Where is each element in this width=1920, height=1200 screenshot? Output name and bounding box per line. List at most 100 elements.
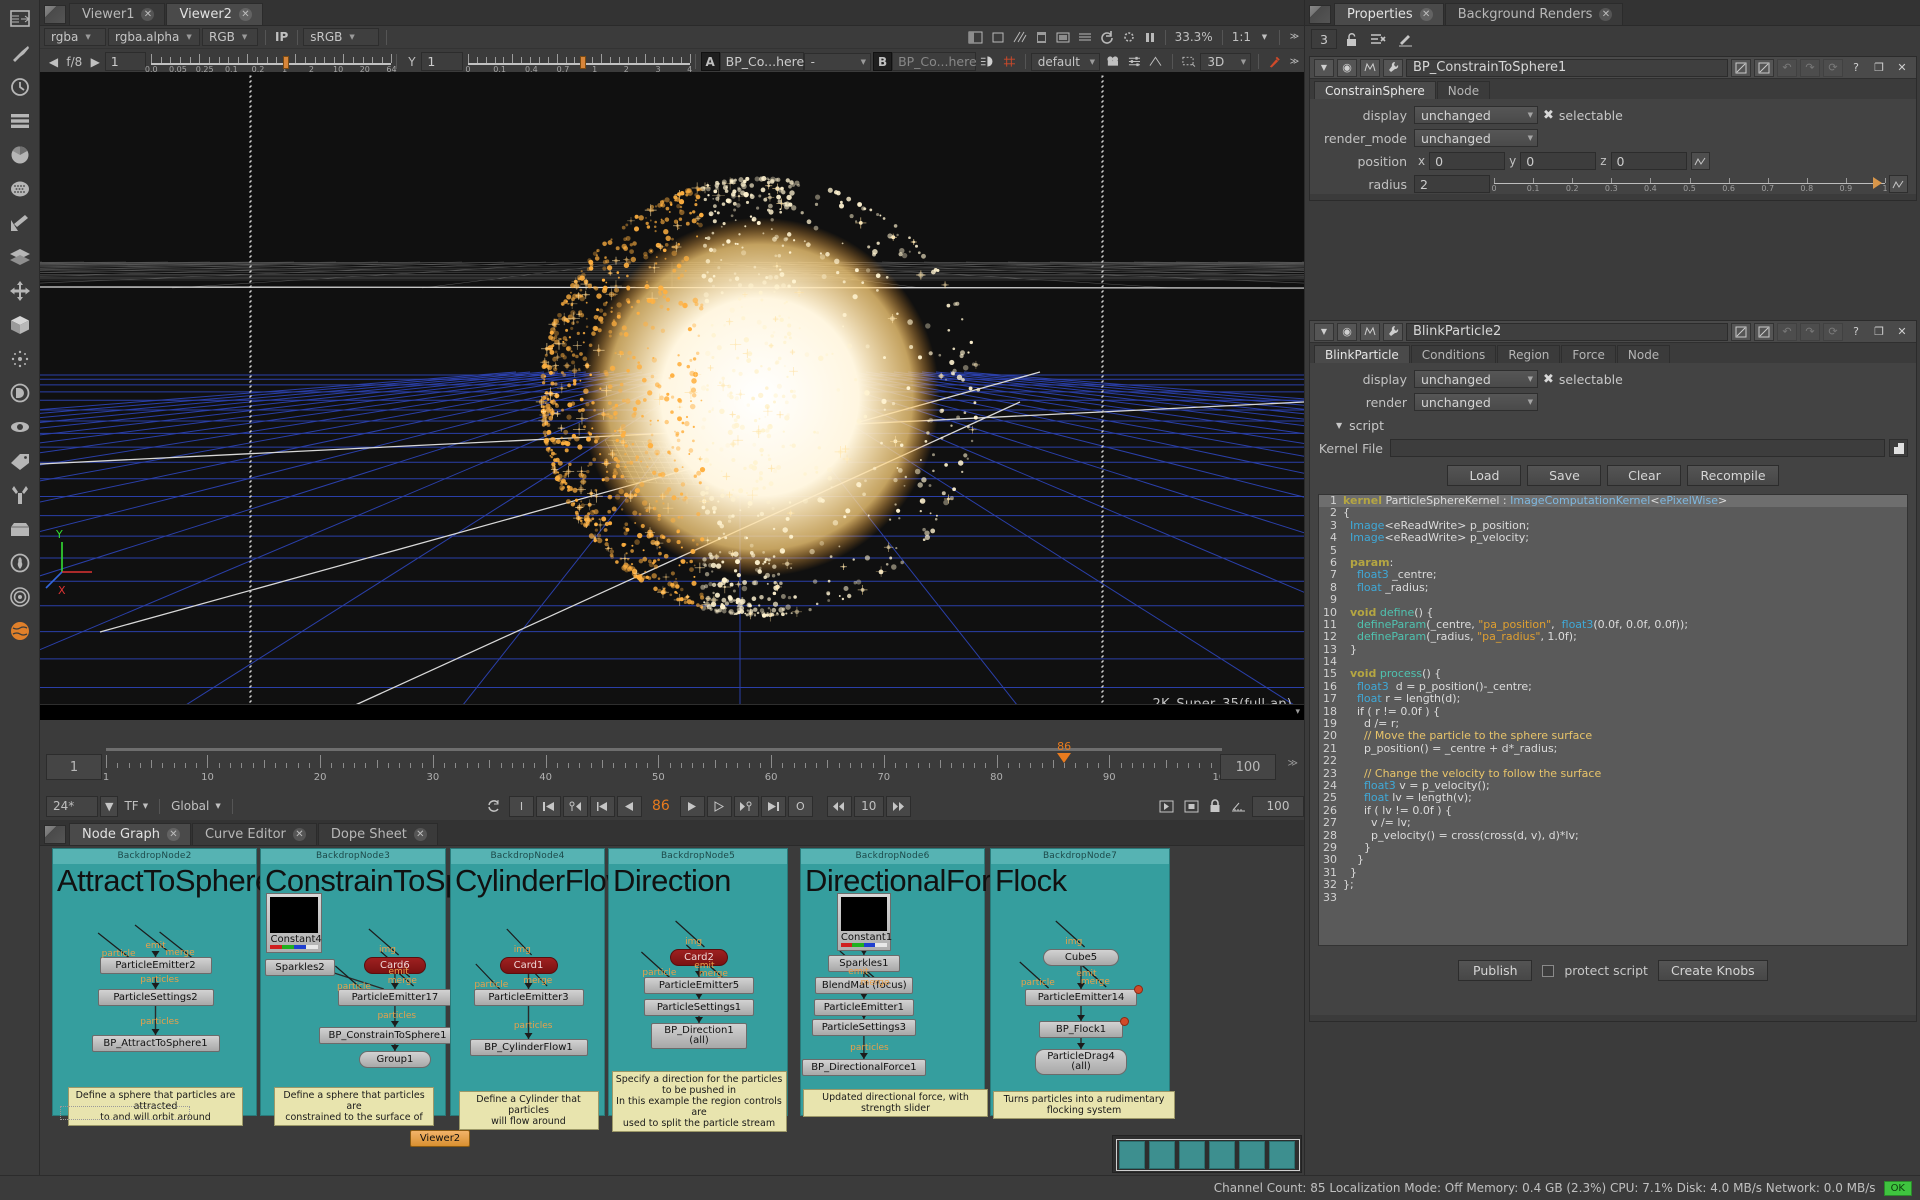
tab-region[interactable]: Region: [1497, 345, 1561, 363]
panel-grip-icon[interactable]: [1309, 5, 1331, 24]
time-icon[interactable]: [3, 70, 37, 104]
graph-node[interactable]: ParticleEmitter5: [644, 977, 754, 994]
current-frame-display[interactable]: 86: [644, 798, 678, 814]
selectable-checkbox[interactable]: ✖: [1538, 372, 1559, 387]
paint-brush-icon[interactable]: [3, 36, 37, 70]
load-button[interactable]: Load: [1447, 465, 1522, 486]
graph-node[interactable]: ParticleSettings3: [811, 1019, 916, 1036]
close-icon[interactable]: ✕: [413, 828, 427, 841]
tab-conditions[interactable]: Conditions: [1410, 345, 1497, 363]
wrench-icon[interactable]: [1383, 58, 1403, 77]
save-button[interactable]: Save: [1527, 465, 1602, 486]
gain-value-field[interactable]: 1: [104, 52, 147, 71]
nodegraph-canvas[interactable]: BackdropNode2 AttractToSphere ParticleEmit…: [42, 848, 1302, 1174]
skip-increment-field[interactable]: 10: [853, 795, 884, 817]
close-icon[interactable]: ✕: [238, 8, 252, 21]
play-backward-button[interactable]: [589, 795, 615, 817]
stop-button[interactable]: O: [787, 795, 813, 817]
node-name-field[interactable]: BP_ConstrainToSphere1: [1406, 58, 1728, 77]
input-b-field[interactable]: BP_Co...here: [892, 52, 977, 71]
mask-toggle-2-icon[interactable]: [1754, 58, 1774, 77]
display-dropdown[interactable]: unchanged ▼: [1414, 370, 1538, 388]
close-icon[interactable]: ✕: [1419, 8, 1433, 21]
backdrop-node[interactable]: BackdropNode4 CylinderFlow Card1 ParticleEm…: [450, 848, 629, 1130]
furnace-icon[interactable]: [3, 546, 37, 580]
other-box-icon[interactable]: [3, 512, 37, 546]
exposure-stop-label[interactable]: f/8: [63, 52, 86, 71]
curve-icon[interactable]: [1145, 52, 1167, 71]
cube-3d-icon[interactable]: [3, 308, 37, 342]
protect-script-checkbox[interactable]: [1542, 964, 1555, 977]
skip-forward-button[interactable]: [885, 795, 911, 817]
particles-icon[interactable]: [3, 342, 37, 376]
render-dropdown[interactable]: unchanged ▼: [1414, 393, 1538, 411]
timeline-out-frame-field[interactable]: 100: [1220, 754, 1276, 780]
close-icon[interactable]: ✕: [141, 8, 155, 21]
keyer-icon[interactable]: [3, 206, 37, 240]
close-icon[interactable]: ✕: [1599, 8, 1613, 21]
timeline-playhead[interactable]: [1057, 753, 1072, 763]
layout-dropdown[interactable]: default ▼: [1030, 52, 1100, 71]
graph-node[interactable]: BP_ConstrainToSphere1: [319, 1027, 456, 1044]
expand-timeline-icon[interactable]: ≫: [1288, 758, 1298, 769]
undo-icon[interactable]: ↶: [1777, 58, 1797, 77]
backdrop-node[interactable]: BackdropNode7 Flock Cube5 ParticleEmitter14…: [990, 848, 1175, 1119]
edit-icon[interactable]: [1394, 30, 1417, 49]
sticky-note[interactable]: Turns particles into a rudimentary flock…: [993, 1091, 1175, 1119]
graph-node[interactable]: ParticleSettings1: [644, 999, 754, 1016]
clear-all-icon[interactable]: [1366, 30, 1390, 49]
graph-node[interactable]: BP_Direction1 (all): [651, 1023, 747, 1049]
graph-node[interactable]: Cube5: [1043, 949, 1119, 966]
mask-icon[interactable]: [1360, 58, 1380, 77]
insert-key-button[interactable]: I: [508, 795, 534, 817]
clear-button[interactable]: Clear: [1607, 465, 1682, 486]
panel-grip-icon[interactable]: [44, 825, 66, 844]
marquee-select-icon[interactable]: [1178, 52, 1201, 71]
radius-field[interactable]: 2: [1414, 175, 1490, 193]
publish-button[interactable]: Publish: [1458, 960, 1533, 981]
timeline[interactable]: 1 110203040506070809010086 100 ≫: [40, 740, 1304, 786]
stripes-icon[interactable]: [1074, 28, 1096, 47]
tab-viewer1[interactable]: Viewer1 ✕: [69, 3, 166, 25]
playback-mode-icon[interactable]: [1155, 797, 1178, 816]
frame-mode-dropdown[interactable]: TF ▼: [120, 797, 152, 816]
timeline-end-field[interactable]: 100: [1252, 795, 1304, 817]
frame-range-icon[interactable]: [1227, 797, 1250, 816]
dock-icon[interactable]: [3, 2, 37, 36]
tab-blinkparticle[interactable]: BlinkParticle: [1314, 345, 1410, 363]
sticky-note[interactable]: Updated directional force, with strength…: [803, 1089, 988, 1117]
create-knobs-button[interactable]: Create Knobs: [1657, 960, 1768, 981]
next-keyframe-button[interactable]: [733, 795, 759, 817]
position-y-field[interactable]: 0: [1520, 152, 1597, 170]
wipe-icon[interactable]: [1009, 28, 1031, 47]
cara-vr-icon[interactable]: [3, 614, 37, 648]
gain-prev-icon[interactable]: ◀: [44, 52, 63, 71]
collapse-arrow-icon[interactable]: ▼: [1314, 58, 1334, 77]
kernel-code-editor[interactable]: 1 kernel ParticleSphereKernel : ImageComp…: [1318, 494, 1908, 946]
position-x-field[interactable]: 0: [1429, 152, 1506, 170]
tab-dope-sheet[interactable]: Dope Sheet ✕: [317, 823, 438, 845]
tab-node-graph[interactable]: Node Graph ✕: [69, 823, 191, 845]
minimap-viewport[interactable]: [1116, 1139, 1300, 1171]
zoom-dropdown-arrow-icon[interactable]: ▼: [1255, 28, 1274, 47]
sync-mode-dropdown[interactable]: Global ▼: [167, 797, 225, 816]
graph-node[interactable]: ParticleDrag4 (all): [1035, 1049, 1127, 1075]
graph-node[interactable]: BP_DirectionalForce1: [801, 1059, 926, 1076]
radius-slider[interactable]: 0 0.1 0.2 0.3 0.4 0.5 0.6 0.7 0.8 0.9 1: [1491, 175, 1888, 193]
tab-node[interactable]: Node: [1436, 81, 1491, 99]
sliders-icon[interactable]: [1124, 52, 1145, 71]
graph-node[interactable]: ParticleSettings2: [97, 989, 214, 1006]
node-color-icon[interactable]: ◉: [1337, 58, 1357, 77]
fit-ratio-label[interactable]: 1:1: [1228, 28, 1255, 47]
render-mode-dropdown[interactable]: unchanged ▼: [1414, 129, 1538, 147]
ip-toggle[interactable]: IP: [271, 28, 292, 47]
position-animation-icon[interactable]: [1690, 152, 1710, 170]
row-script-group[interactable]: ▼ script: [1318, 415, 1908, 435]
gear-icon[interactable]: [1118, 28, 1140, 47]
undo-icon[interactable]: ↶: [1777, 322, 1797, 341]
camera-icon[interactable]: [1102, 52, 1124, 71]
tab-constrainsphere[interactable]: ConstrainSphere: [1314, 81, 1436, 99]
record-icon[interactable]: [1180, 797, 1203, 816]
graph-node[interactable]: BP_CylinderFlow1: [469, 1039, 588, 1056]
tab-curve-editor[interactable]: Curve Editor ✕: [191, 823, 317, 845]
